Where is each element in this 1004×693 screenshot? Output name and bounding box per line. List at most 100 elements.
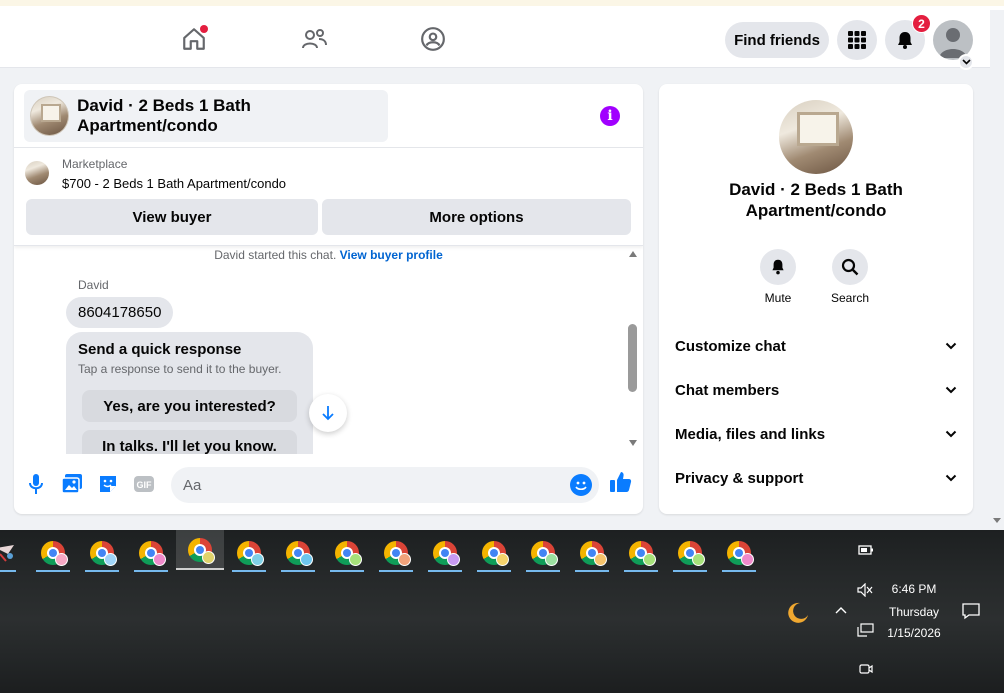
quick-response-option[interactable]: In talks. I'll let you know.: [82, 430, 297, 454]
taskbar-chrome-window[interactable]: [670, 534, 710, 572]
menu-button[interactable]: [837, 20, 877, 60]
view-buyer-button[interactable]: View buyer: [26, 199, 318, 235]
microphone-icon: [29, 474, 43, 494]
scroll-to-bottom-button[interactable]: [309, 394, 347, 432]
running-indicator: [85, 570, 119, 572]
windows-taskbar: 6:46 PM Thursday 1/15/2026: [0, 530, 1004, 693]
notifications-button[interactable]: 2: [885, 14, 931, 60]
taskbar-chrome-window[interactable]: [82, 534, 122, 572]
row-label: Media, files and links: [675, 425, 826, 443]
like-button[interactable]: [609, 470, 633, 494]
profile-avatar-icon: [300, 553, 313, 566]
bell-icon: [772, 259, 784, 275]
more-options-button[interactable]: More options: [322, 199, 631, 235]
clock-day[interactable]: Thursday: [880, 605, 948, 619]
profile-avatar-icon: [349, 553, 362, 566]
taskbar-app-partial[interactable]: [0, 534, 20, 572]
voice-clip-button[interactable]: [24, 472, 48, 496]
mute-label: Mute: [764, 291, 792, 305]
friends-nav-button[interactable]: [299, 24, 329, 54]
battery-icon[interactable]: [858, 545, 874, 555]
mute-button[interactable]: Mute: [748, 249, 808, 305]
chat-details-name: David · 2 Beds 1 Bath Apartment/condo: [729, 180, 903, 220]
sticker-icon: [100, 476, 116, 492]
taskbar-chrome-window[interactable]: [33, 534, 73, 572]
browser-top-strip: [0, 0, 1004, 10]
night-light-moon-icon[interactable]: [786, 600, 810, 624]
search-button[interactable]: Search: [820, 249, 880, 305]
notification-center-icon[interactable]: [961, 602, 981, 620]
taskbar-chrome-window[interactable]: [719, 534, 759, 572]
profile-avatar-icon: [153, 553, 166, 566]
sender-name: David: [78, 278, 109, 292]
info-icon[interactable]: i: [600, 106, 620, 126]
row-label: Customize chat: [675, 337, 786, 355]
scrollbar-thumb[interactable]: [628, 324, 637, 392]
profile-avatar-icon: [398, 553, 411, 566]
home-notification-dot: [200, 25, 208, 33]
row-label: Privacy & support: [675, 469, 804, 487]
profile-avatar-icon: [594, 553, 607, 566]
profile-avatar-icon: [55, 553, 68, 566]
gif-button[interactable]: GIF: [132, 472, 156, 496]
media-files-links-row[interactable]: Media, files and links: [659, 412, 973, 456]
scroll-down-arrow-icon: [993, 518, 1001, 523]
sticker-button[interactable]: [96, 472, 120, 496]
quick-response-title: Send a quick response: [78, 341, 242, 358]
quick-response-option[interactable]: Yes, are you interested?: [82, 390, 297, 422]
taskbar-chrome-window[interactable]: [572, 534, 612, 572]
speaker-muted-icon[interactable]: [857, 583, 873, 597]
taskbar-chrome-window[interactable]: [278, 534, 318, 572]
chevron-up-icon[interactable]: [834, 605, 848, 615]
taskbar-chrome-window[interactable]: [176, 530, 224, 570]
chevron-down-icon: [945, 342, 957, 350]
view-buyer-profile-link[interactable]: View buyer profile: [340, 248, 443, 262]
profile-avatar-icon: [447, 553, 460, 566]
listing-price-title: $700 - 2 Beds 1 Bath Apartment/condo: [62, 176, 287, 191]
groups-icon: [421, 27, 445, 51]
chat-title-button[interactable]: David · 2 Beds 1 Bath Apartment/condo: [24, 90, 388, 142]
clock-date[interactable]: 1/15/2026: [880, 626, 948, 640]
taskbar-chrome-window[interactable]: [229, 534, 269, 572]
chat-members-row[interactable]: Chat members: [659, 368, 973, 412]
message-input[interactable]: [171, 467, 599, 503]
message-composer: GIF: [14, 454, 643, 514]
message-bubble[interactable]: 8604178650: [66, 297, 174, 328]
photo-icon: [61, 474, 82, 494]
chat-details-panel: David · 2 Beds 1 Bath Apartment/condo Mu…: [659, 84, 973, 514]
taskbar-chrome-window[interactable]: [474, 534, 514, 572]
customize-chat-row[interactable]: Customize chat: [659, 324, 973, 368]
running-indicator: [330, 570, 364, 572]
profile-avatar-icon: [545, 553, 558, 566]
taskbar-chrome-window[interactable]: [425, 534, 465, 572]
chat-avatar: [779, 100, 853, 174]
privacy-support-row[interactable]: Privacy & support: [659, 456, 973, 500]
chat-title: David · 2 Beds 1 Bath Apartment/condo: [77, 96, 251, 135]
clock-time[interactable]: 6:46 PM: [880, 582, 948, 596]
scroll-up-arrow-icon[interactable]: [629, 251, 637, 257]
message-scrollbar[interactable]: [626, 246, 640, 454]
network-icon[interactable]: [857, 623, 875, 637]
taskbar-chrome-window[interactable]: [327, 534, 367, 572]
find-friends-button[interactable]: Find friends: [725, 22, 829, 58]
emoji-button[interactable]: [570, 474, 592, 496]
running-indicator: [722, 570, 756, 572]
message-list[interactable]: David started this chat. View buyer prof…: [14, 246, 643, 454]
taskbar-chrome-window[interactable]: [131, 534, 171, 572]
attach-photo-button[interactable]: [60, 472, 84, 496]
scroll-down-arrow-icon[interactable]: [629, 440, 637, 446]
marketplace-card: Marketplace $700 - 2 Beds 1 Bath Apartme…: [14, 148, 643, 246]
taskbar-chrome-window[interactable]: [621, 534, 661, 572]
chat-started-notice: David started this chat. View buyer prof…: [14, 248, 643, 262]
camera-icon[interactable]: [859, 662, 873, 676]
running-indicator: [673, 570, 707, 572]
running-indicator: [379, 570, 413, 572]
taskbar-chrome-window[interactable]: [523, 534, 563, 572]
running-indicator: [624, 570, 658, 572]
taskbar-chrome-window[interactable]: [376, 534, 416, 572]
account-caret[interactable]: [958, 54, 974, 70]
groups-nav-button[interactable]: [418, 24, 448, 54]
home-nav-button[interactable]: [179, 24, 209, 54]
page-scrollbar[interactable]: [990, 68, 1004, 530]
listing-thumbnail: [30, 96, 70, 136]
